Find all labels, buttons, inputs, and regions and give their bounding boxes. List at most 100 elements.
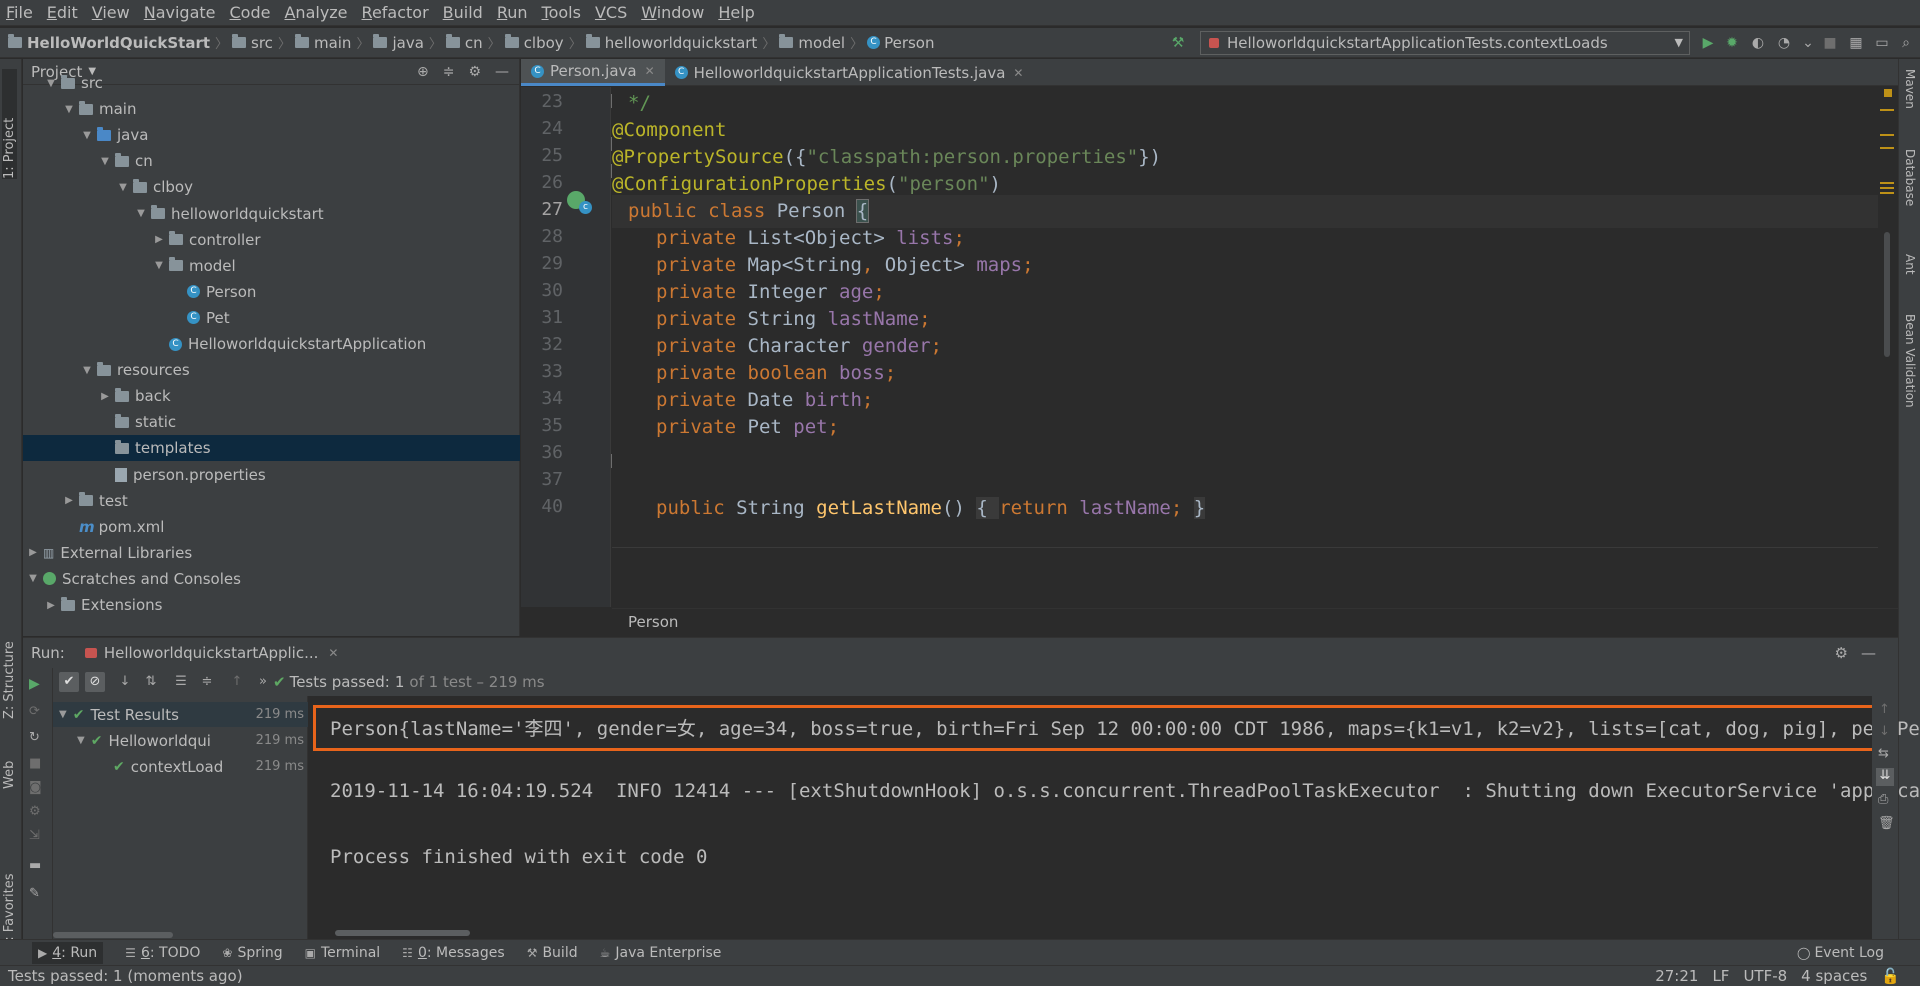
breadcrumb-item[interactable]: main 〉: [294, 33, 369, 52]
tree-item[interactable]: ▶ Extensions: [23, 592, 520, 618]
warning-mark[interactable]: [1880, 147, 1894, 149]
tree-item[interactable]: ▼ helloworldquickstart: [23, 201, 520, 227]
debug-icon[interactable]: ✹: [1724, 35, 1740, 51]
menu-item-run[interactable]: Run: [497, 3, 528, 22]
tree-item[interactable]: person.properties: [23, 462, 520, 488]
caret-position[interactable]: 27:21: [1655, 966, 1698, 986]
scroll-to-end-icon[interactable]: ⇊: [1876, 768, 1894, 786]
pin-icon[interactable]: ✎: [29, 886, 40, 901]
arrow-down-icon[interactable]: ↓: [1879, 724, 1890, 739]
tree-item[interactable]: ▼ clboy: [23, 174, 520, 200]
code-editor[interactable]: */ @Component @PropertySource({"classpat…: [612, 87, 1878, 607]
menu-item-file[interactable]: File: [6, 3, 33, 22]
scrollbar-thumb[interactable]: [53, 932, 173, 938]
show-ignored-icon[interactable]: ⊘: [85, 672, 105, 692]
rerun-icon[interactable]: ▶: [29, 676, 40, 692]
editor-tab[interactable]: C HelloworldquickstartApplicationTests.ja…: [665, 59, 1034, 86]
tool-tab-ant[interactable]: Ant: [1903, 254, 1917, 275]
menu-item-tools[interactable]: Tools: [542, 3, 581, 22]
camera-icon[interactable]: ◙: [29, 780, 42, 795]
editor-breadcrumb[interactable]: Person: [612, 608, 1898, 635]
warning-mark[interactable]: [1880, 109, 1894, 111]
tool-tab-spring[interactable]: ❀ Spring: [222, 945, 282, 961]
tool-tab-favorites[interactable]: 2: Favorites: [2, 849, 17, 949]
event-log-button[interactable]: ◯ Event Log: [1797, 945, 1884, 961]
tree-item[interactable]: ▼ src: [23, 70, 520, 96]
tree-item[interactable]: ▼ Scratches and Consoles: [23, 566, 520, 592]
expand-all-icon[interactable]: ☰: [171, 672, 191, 692]
breadcrumb-project[interactable]: HelloWorldQuickStart 〉: [8, 33, 228, 52]
test-tree-row[interactable]: ▼ ✔ Test Results 219 ms: [53, 702, 308, 727]
menu-item-refactor[interactable]: Refactor: [362, 3, 429, 22]
settings-icon[interactable]: ⚙: [29, 804, 41, 819]
gear-icon[interactable]: ⚙: [1835, 644, 1848, 662]
breadcrumb-item[interactable]: clboy 〉: [504, 33, 582, 52]
more-icon[interactable]: »: [253, 672, 273, 692]
close-icon[interactable]: ✕: [645, 64, 655, 78]
test-tree-row[interactable]: ✔ contextLoad 219 ms: [53, 754, 308, 779]
tool-tab-javaenterprise[interactable]: ☕ Java Enterprise: [600, 945, 722, 961]
sort-alpha-icon[interactable]: ↓: [115, 672, 135, 692]
menu-item-code[interactable]: Code: [230, 3, 271, 22]
tree-item[interactable]: ▼ cn: [23, 148, 520, 174]
previous-icon[interactable]: ↑: [227, 672, 247, 692]
tree-item[interactable]: ▼ model: [23, 253, 520, 279]
tool-tab-bean-validation[interactable]: Bean Validation: [1903, 314, 1917, 408]
hide-icon[interactable]: —: [1861, 644, 1876, 662]
tool-tab-todo[interactable]: ☰ 6: TODO: [125, 945, 200, 961]
scrollbar-thumb[interactable]: [335, 930, 470, 936]
profile-icon[interactable]: ◔: [1776, 35, 1792, 51]
trash-icon[interactable]: 🗑: [1878, 816, 1895, 831]
tree-item[interactable]: ▶ back: [23, 383, 520, 409]
warning-mark[interactable]: [1880, 182, 1894, 184]
arrow-up-icon[interactable]: ↑: [1879, 702, 1890, 717]
vcs-icon[interactable]: ▦: [1848, 35, 1864, 51]
test-tree-row[interactable]: ▼ ✔ Helloworldqui 219 ms: [53, 728, 308, 753]
run-tab[interactable]: HelloworldquickstartApplic... ✕: [84, 644, 338, 662]
tool-tab-run[interactable]: ▶ 4: Run: [32, 941, 104, 964]
breadcrumb-item[interactable]: src 〉: [232, 33, 291, 52]
sort-duration-icon[interactable]: ⇅: [141, 672, 161, 692]
menu-item-edit[interactable]: Edit: [47, 3, 78, 22]
tree-item[interactable]: ▶ controller: [23, 227, 520, 253]
search-icon[interactable]: ⌕: [1898, 35, 1914, 51]
tree-item[interactable]: m pom.xml: [23, 514, 520, 540]
menu-item-help[interactable]: Help: [718, 3, 754, 22]
tool-tab-terminal[interactable]: ▣ Terminal: [305, 945, 381, 961]
close-icon[interactable]: ✕: [1013, 66, 1023, 80]
line-separator[interactable]: LF: [1712, 966, 1729, 986]
status-message[interactable]: Tests passed: 1 (moments ago): [8, 967, 243, 985]
menu-item-navigate[interactable]: Navigate: [144, 3, 216, 22]
rerun-failed-icon[interactable]: ⟳: [29, 704, 40, 719]
tree-item[interactable]: ▶ test: [23, 488, 520, 514]
attach-icon[interactable]: ⌄: [1800, 35, 1816, 51]
stop-icon[interactable]: ■: [29, 756, 41, 771]
tool-tab-messages[interactable]: ☷ 0: Messages: [402, 945, 505, 961]
tree-item[interactable]: static: [23, 409, 520, 435]
tool-tab-project[interactable]: 1: Project: [2, 69, 17, 179]
tree-item[interactable]: templates: [23, 435, 520, 462]
editor-tab[interactable]: C Person.java ✕: [521, 59, 665, 86]
run-configuration-select[interactable]: HelloworldquickstartApplicationTests.con…: [1200, 31, 1690, 55]
scrollbar-thumb[interactable]: [1884, 232, 1890, 357]
breadcrumb-item[interactable]: helloworldquickstart 〉: [585, 33, 775, 52]
tool-tab-maven[interactable]: Maven: [1903, 69, 1917, 109]
soft-wrap-icon[interactable]: ⇆: [1878, 746, 1889, 761]
menu-item-view[interactable]: View: [92, 3, 130, 22]
show-passed-icon[interactable]: ✔: [59, 672, 79, 692]
export-icon[interactable]: ⇲: [29, 828, 40, 843]
tool-tab-database[interactable]: Database: [1903, 149, 1917, 206]
tree-item[interactable]: C Person: [23, 279, 520, 305]
console-output[interactable]: Person{lastName='李四', gender=女, age=34, …: [309, 696, 1920, 940]
warning-mark[interactable]: [1880, 134, 1894, 136]
warning-mark[interactable]: [1880, 187, 1894, 189]
tool-tab-structure[interactable]: Z: Structure: [2, 609, 17, 719]
breadcrumb-item[interactable]: java 〉: [373, 33, 442, 52]
menu-item-analyze[interactable]: Analyze: [284, 3, 347, 22]
build-hammer-icon[interactable]: ⚒: [1170, 35, 1186, 51]
stop-icon[interactable]: ■: [1822, 35, 1838, 51]
tool-tab-build[interactable]: ⚒ Build: [527, 945, 578, 961]
toggle-auto-test-icon[interactable]: ↻: [29, 730, 40, 745]
tree-item[interactable]: C Pet: [23, 305, 520, 331]
layout-icon[interactable]: ▬: [29, 858, 41, 873]
